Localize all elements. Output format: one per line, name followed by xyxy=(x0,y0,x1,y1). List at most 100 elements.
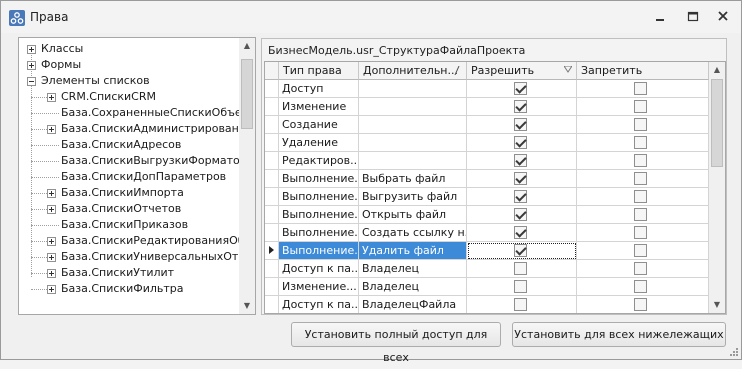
rights-grid[interactable]: Тип права Дополнительн... Разрешить Запр… xyxy=(264,61,726,314)
row-indicator[interactable] xyxy=(265,116,279,134)
cell-deny[interactable] xyxy=(577,206,709,224)
deny-checkbox[interactable] xyxy=(634,172,647,185)
cell-right-type[interactable]: Выполнение... xyxy=(279,206,359,224)
tree-item[interactable]: Элементы списков xyxy=(19,73,239,89)
deny-checkbox[interactable] xyxy=(634,208,647,221)
deny-checkbox[interactable] xyxy=(634,136,647,149)
cell-extra[interactable] xyxy=(359,116,467,134)
scroll-up-icon[interactable]: ▲ xyxy=(239,38,255,54)
allow-checkbox[interactable] xyxy=(514,100,527,113)
allow-checkbox[interactable] xyxy=(514,280,527,293)
allow-checkbox[interactable] xyxy=(514,190,527,203)
cell-allow[interactable] xyxy=(467,224,577,242)
grid-scrollbar[interactable]: ▲ ▼ xyxy=(709,62,725,313)
row-indicator[interactable] xyxy=(265,98,279,116)
row-indicator[interactable] xyxy=(265,188,279,206)
cell-right-type[interactable]: Выполнение... xyxy=(279,224,359,242)
cell-extra[interactable]: Создать ссылку н... xyxy=(359,224,467,242)
tree-item[interactable]: База.СпискиВыгрузкиФорматов xyxy=(19,153,246,169)
allow-checkbox[interactable] xyxy=(514,244,527,257)
allow-checkbox[interactable] xyxy=(514,226,527,239)
cell-extra[interactable]: Открыть файл xyxy=(359,206,467,224)
cell-extra[interactable]: Владелец xyxy=(359,260,467,278)
expand-icon[interactable] xyxy=(47,237,56,246)
allow-checkbox[interactable] xyxy=(514,208,527,221)
cell-allow[interactable] xyxy=(467,206,577,224)
allow-checkbox[interactable] xyxy=(514,136,527,149)
permission-tree[interactable]: Классы Формы Элементы списков CRM.СпискиCRM… xyxy=(18,37,256,315)
cell-right-type[interactable]: Доступ xyxy=(279,80,359,98)
tree-item[interactable]: База.СпискиУтилит xyxy=(19,265,239,281)
deny-checkbox[interactable] xyxy=(634,226,647,239)
column-header-type[interactable]: Тип права xyxy=(279,62,359,80)
grid-scroll-thumb[interactable] xyxy=(711,79,723,167)
row-indicator[interactable] xyxy=(265,170,279,188)
cell-deny[interactable] xyxy=(577,188,709,206)
tree-item[interactable]: База.СпискиУниверсальныхОтчетов xyxy=(19,249,255,265)
deny-checkbox[interactable] xyxy=(634,100,647,113)
tree-item[interactable]: CRM.СпискиCRM xyxy=(19,89,239,105)
deny-checkbox[interactable] xyxy=(634,190,647,203)
cell-right-type[interactable]: Редактиров... xyxy=(279,152,359,170)
row-indicator[interactable] xyxy=(265,242,279,260)
cell-deny[interactable] xyxy=(577,224,709,242)
scroll-up-icon[interactable]: ▲ xyxy=(709,62,725,78)
cell-right-type[interactable]: Удаление xyxy=(279,134,359,152)
cell-allow[interactable] xyxy=(467,278,577,296)
cell-allow[interactable] xyxy=(467,296,577,313)
cell-extra[interactable]: ВладелецФайла xyxy=(359,296,467,313)
cell-extra[interactable] xyxy=(359,80,467,98)
column-header-extra[interactable]: Дополнительн... xyxy=(359,62,467,80)
tree-item[interactable]: Классы xyxy=(19,41,239,57)
row-indicator[interactable] xyxy=(265,260,279,278)
cell-deny[interactable] xyxy=(577,116,709,134)
cell-allow[interactable] xyxy=(467,260,577,278)
cell-allow[interactable] xyxy=(467,134,577,152)
cell-allow[interactable] xyxy=(467,170,577,188)
cell-deny[interactable] xyxy=(577,134,709,152)
tree-item[interactable]: База.СпискиИмпорта xyxy=(19,185,239,201)
title-bar[interactable]: Права xyxy=(1,1,741,33)
tree-item[interactable]: База.СпискиОтчетов xyxy=(19,201,239,217)
allow-checkbox[interactable] xyxy=(514,262,527,275)
minimize-icon[interactable] xyxy=(651,9,669,25)
cell-deny[interactable] xyxy=(577,80,709,98)
column-header-allow[interactable]: Разрешить xyxy=(467,62,577,80)
cell-extra[interactable] xyxy=(359,134,467,152)
expand-icon[interactable] xyxy=(47,125,56,134)
expand-icon[interactable] xyxy=(47,285,56,294)
deny-checkbox[interactable] xyxy=(634,262,647,275)
cell-deny[interactable] xyxy=(577,278,709,296)
cell-deny[interactable] xyxy=(577,296,709,313)
full-access-button[interactable]: Установить полный доступ для всех xyxy=(291,322,501,364)
cell-deny[interactable] xyxy=(577,152,709,170)
cell-right-type[interactable]: Изменение... xyxy=(279,278,359,296)
apply-children-button[interactable]: Установить для всех нижележащих xyxy=(512,322,726,347)
deny-checkbox[interactable] xyxy=(634,82,647,95)
tree-item[interactable]: База.СпискиРедактированияОбъектов xyxy=(19,233,255,249)
cell-right-type[interactable]: Изменение xyxy=(279,98,359,116)
expand-icon[interactable] xyxy=(27,45,36,54)
tree-scrollbar[interactable]: ▲ ▼ xyxy=(239,38,255,314)
deny-checkbox[interactable] xyxy=(634,280,647,293)
tree-item[interactable]: База.СпискиПриказов xyxy=(19,217,239,233)
row-indicator[interactable] xyxy=(265,296,279,313)
row-indicator[interactable] xyxy=(265,206,279,224)
expand-icon[interactable] xyxy=(47,269,56,278)
close-icon[interactable] xyxy=(714,9,732,25)
deny-checkbox[interactable] xyxy=(634,118,647,131)
resize-grip-icon[interactable] xyxy=(729,347,739,357)
allow-checkbox[interactable] xyxy=(514,154,527,167)
cell-allow[interactable] xyxy=(467,188,577,206)
cell-allow[interactable] xyxy=(467,80,577,98)
tree-item[interactable]: База.СпискиАдминистрирования xyxy=(19,121,253,137)
row-indicator[interactable] xyxy=(265,80,279,98)
allow-checkbox[interactable] xyxy=(514,118,527,131)
tree-item[interactable]: База.СохраненныеСпискиОбъектов xyxy=(19,105,255,121)
expand-icon[interactable] xyxy=(27,61,36,70)
allow-checkbox[interactable] xyxy=(514,82,527,95)
tree-item[interactable]: Формы xyxy=(19,57,239,73)
cell-right-type[interactable]: Доступ к па... xyxy=(279,296,359,313)
cell-allow[interactable] xyxy=(467,98,577,116)
row-indicator[interactable] xyxy=(265,278,279,296)
